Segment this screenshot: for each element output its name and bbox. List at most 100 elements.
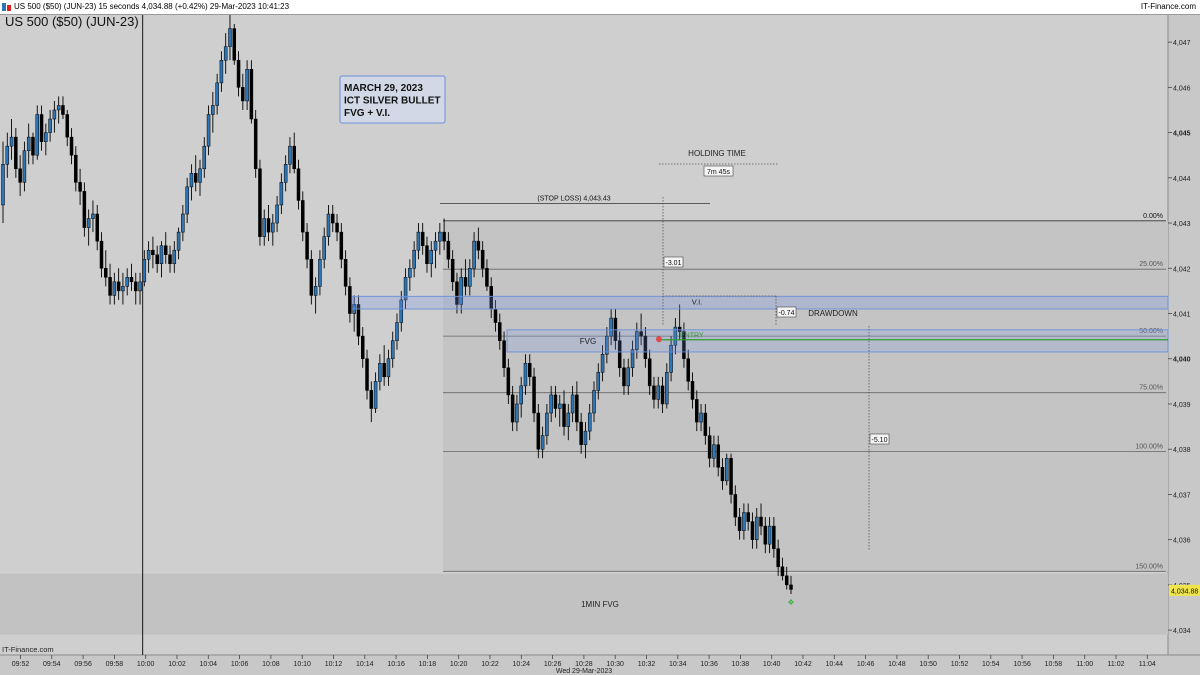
candle-body: [86, 218, 91, 228]
candle-body: [570, 394, 575, 414]
candle-body: [18, 168, 22, 183]
y-tick-label: 4,041: [1173, 312, 1191, 319]
candle-body: [776, 548, 780, 568]
entry-marker: [656, 336, 662, 343]
x-tick-label: 09:54: [43, 661, 61, 668]
x-tick-label: 10:48: [888, 661, 906, 668]
candle-body: [519, 385, 523, 405]
candle-body: [408, 268, 412, 278]
x-tick-label: 10:26: [544, 661, 562, 668]
price-axis: [1168, 15, 1200, 655]
candle-body: [121, 286, 125, 292]
candle-body: [172, 249, 177, 265]
zone-fvg-label: FVG: [580, 337, 596, 346]
fib-level-label: 75.00%: [1139, 385, 1163, 392]
candle-body: [296, 168, 301, 201]
candle: [253, 109, 258, 178]
candle-body: [69, 136, 74, 156]
candle-body: [395, 322, 399, 341]
x-tick-label: 10:44: [826, 661, 844, 668]
candle-body: [425, 245, 429, 265]
candle-body: [301, 200, 305, 233]
candle-body: [241, 87, 245, 102]
candle-body: [258, 168, 262, 237]
candle-body: [313, 286, 318, 296]
candle-body: [26, 136, 31, 151]
y-tick-label: 4,038: [1173, 447, 1191, 454]
candle-body: [686, 358, 690, 382]
candle-body: [189, 173, 194, 188]
measure-label: -5.10: [872, 437, 888, 444]
candle-body: [386, 358, 391, 378]
candle-body: [56, 105, 61, 111]
holding-time-title: HOLDING TIME: [688, 149, 746, 158]
candle-body: [292, 145, 296, 170]
candle-body: [596, 372, 601, 391]
candle-body: [151, 249, 155, 255]
candle-body: [626, 367, 631, 387]
x-tick-label: 09:56: [74, 661, 92, 668]
candle-body: [39, 114, 44, 142]
candle-body: [202, 145, 207, 170]
candle-body: [193, 173, 198, 183]
candle-body: [382, 363, 386, 378]
candle-body: [44, 132, 48, 142]
candle-body: [181, 213, 185, 233]
price-chart[interactable]: 1MIN FVG0.00%25.00%50.00%75.00%100.00%15…: [0, 0, 1200, 675]
x-tick-label: 10:10: [293, 661, 311, 668]
candle-body: [468, 268, 472, 287]
y-tick-label: 4,042: [1173, 266, 1191, 273]
x-tick-label: 10:06: [231, 661, 249, 668]
candle-body: [146, 249, 151, 260]
candle-body: [322, 236, 326, 260]
candle: [249, 60, 254, 124]
candle-body: [5, 145, 10, 165]
candle-body: [416, 231, 421, 251]
candle-body: [463, 277, 468, 287]
candle-body: [737, 516, 742, 531]
candle-body: [378, 363, 382, 382]
candle-body: [660, 385, 665, 405]
candle-body: [232, 28, 237, 61]
candle-body: [433, 240, 438, 251]
candle-body: [318, 258, 322, 287]
candle-body: [14, 136, 18, 170]
candle-body: [309, 258, 314, 296]
candle-body: [253, 118, 258, 170]
candle-body: [223, 46, 228, 61]
x-tick-label: 09:52: [12, 661, 30, 668]
candle-body: [279, 182, 284, 206]
candle-body: [506, 367, 511, 396]
x-tick-label: 10:36: [700, 661, 718, 668]
x-tick-label: 10:16: [387, 661, 405, 668]
x-tick-label: 10:42: [794, 661, 812, 668]
candle-body: [159, 245, 164, 265]
candle-body: [630, 349, 635, 369]
y-tick-label: 4,036: [1173, 538, 1191, 545]
y-tick-label: 4,039: [1173, 402, 1191, 409]
candle-body: [523, 363, 528, 387]
entry-label: ENTRY: [680, 333, 704, 340]
candle-body: [528, 363, 532, 378]
candle-body: [275, 204, 279, 224]
candle-body: [176, 231, 181, 251]
candle-body: [789, 584, 793, 590]
candle-body: [703, 412, 708, 436]
candle-body: [515, 403, 519, 423]
candle-body: [305, 231, 309, 260]
candle-body: [579, 421, 583, 445]
candle-body: [9, 136, 14, 147]
candle-body: [446, 240, 451, 260]
y-tick-label: 4,047: [1173, 40, 1191, 47]
candle-body: [557, 403, 562, 409]
candle-body: [138, 281, 142, 292]
candle-body: [266, 218, 271, 233]
x-tick-label: 10:22: [481, 661, 499, 668]
x-tick-label: 11:04: [1139, 661, 1156, 668]
candle-body: [112, 281, 117, 296]
zone-vi-label: V.I.: [692, 297, 703, 306]
candle: [258, 159, 262, 246]
x-tick-label: 10:20: [450, 661, 468, 668]
candle-body: [155, 254, 159, 265]
candle-body: [746, 512, 750, 522]
